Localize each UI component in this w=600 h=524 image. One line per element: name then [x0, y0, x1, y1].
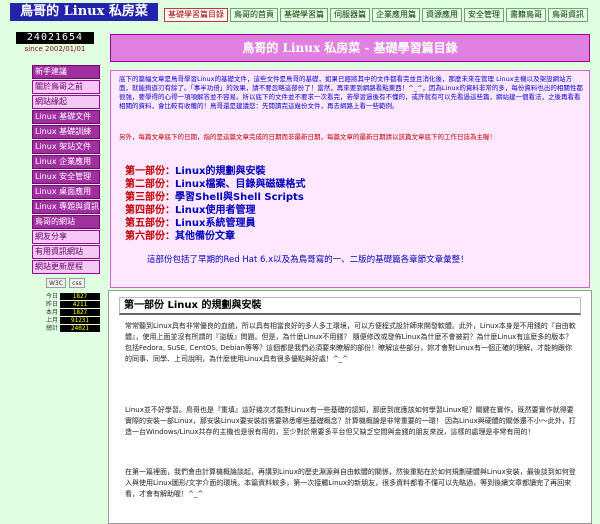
- stat-label: 上月: [46, 317, 59, 324]
- sidebar-item[interactable]: 關於鳥哥之前: [32, 80, 100, 94]
- sidebar-item[interactable]: 網站更新歷程: [32, 260, 100, 274]
- nav-item[interactable]: 資源應用: [422, 8, 462, 22]
- visit-counter: 24021654: [16, 32, 94, 44]
- stat-label: 本月: [46, 309, 59, 316]
- toc-part-label: 第四部份：: [125, 205, 175, 216]
- section-paragraph-1: 常常聽到Linux具有非常優良的血統，所以具有相當良好的多人多工環境，可以方便程…: [125, 322, 576, 363]
- top-navigation: 基礎學習篇目錄 鳥哥的首頁 基礎學習篇 伺服器篇 企業應用篇 資源應用 安全管理 書籍鳥哥 鳥哥…: [164, 8, 588, 22]
- validation-badges: W3C css: [46, 278, 100, 289]
- table-of-contents: 第一部份：Linux的規劃與安裝 第二部份：Linux檔案、目錄與磁碟格式 第三部份…: [125, 165, 565, 243]
- sidebar-item[interactable]: 網友分享: [32, 230, 100, 244]
- nav-item[interactable]: 企業應用篇: [372, 8, 420, 22]
- sidebar-item[interactable]: Linux 架站文件: [32, 140, 100, 154]
- sidebar-item[interactable]: 有用資訊網站: [32, 245, 100, 259]
- sidebar-item[interactable]: 鳥哥的網站: [32, 215, 100, 229]
- toc-link[interactable]: 第一部份：Linux的規劃與安裝: [125, 165, 565, 178]
- sidebar-item[interactable]: Linux 安全管理: [32, 170, 100, 184]
- sidebar-item[interactable]: Linux 企業應用: [32, 155, 100, 169]
- toc-part-label: 第二部份：: [125, 179, 175, 190]
- top-bar: 鳥哥的 Linux 私房菜 基礎學習篇目錄 鳥哥的首頁 基礎學習篇 伺服器篇 企業應用篇…: [0, 0, 600, 24]
- nav-item[interactable]: 伺服器篇: [330, 8, 370, 22]
- w3c-badge[interactable]: W3C: [46, 278, 66, 288]
- css-badge[interactable]: css: [69, 278, 85, 288]
- toc-link[interactable]: 第四部份：Linux使用者管理: [125, 204, 565, 217]
- stat-value: 24021: [60, 325, 100, 332]
- toc-part-title: Linux檔案、目錄與磁碟格式: [175, 179, 306, 190]
- sidebar-menu: 新手建議 關於鳥哥之前 網站緣起 Linux 基礎文件 Linux 基礎訓練 Linux …: [32, 65, 100, 275]
- sidebar-item[interactable]: Linux 桌面應用: [32, 185, 100, 199]
- intro-paragraph: 底下的篇幅文章是鳥哥學習Linux的基礎文件，這些文件是鳥哥的基礎，如果已經將其…: [119, 75, 583, 110]
- stat-value: 91231: [60, 317, 100, 324]
- stat-row: 本月 1827: [46, 309, 100, 316]
- toc-link[interactable]: 第三部份：學習Shell與Shell Scripts: [125, 191, 565, 204]
- stat-row: 昨日 4211: [46, 301, 100, 308]
- stat-label: 總計: [46, 325, 59, 332]
- toc-part-label: 第三部份：: [125, 192, 175, 203]
- intro-date-note: 另外，每篇文章底下的日期，指的是這篇文章完成的日期而非最新日期，每篇文章的最新日…: [119, 133, 496, 141]
- stat-value: 4211: [60, 301, 100, 308]
- nav-item[interactable]: 基礎學習篇: [280, 8, 328, 22]
- toc-part-title: Linux使用者管理: [175, 205, 256, 216]
- toc-part-label: 第一部份：: [125, 166, 175, 177]
- stat-value: 1827: [60, 293, 100, 300]
- nav-item[interactable]: 基礎學習篇目錄: [164, 8, 228, 22]
- toc-link[interactable]: 第二部份：Linux檔案、目錄與磁碟格式: [125, 178, 565, 191]
- toc-part-label: 第六部份：: [125, 231, 175, 242]
- toc-part-title: 學習Shell與Shell Scripts: [175, 192, 304, 203]
- stat-row: 總計 24021: [46, 325, 100, 332]
- toc-link[interactable]: 第五部份：Linux系統管理員: [125, 217, 565, 230]
- sidebar-item[interactable]: Linux 基礎文件: [32, 110, 100, 124]
- stat-row: 上月 91231: [46, 317, 100, 324]
- toc-extra-note: 這部份包括了早期的Red Hat 6.x以及為鳥哥寫的一、二版的基礎篇各章節文章…: [147, 255, 469, 265]
- site-logo-title[interactable]: 鳥哥的 Linux 私房菜: [10, 3, 158, 21]
- section-panel: 第一部份 Linux 的規劃與安裝 常常聽到Linux具有非常優良的血統，所以具…: [108, 290, 592, 524]
- nav-item[interactable]: 鳥哥的首頁: [230, 8, 278, 22]
- sidebar-item[interactable]: 新手建議: [32, 65, 100, 79]
- toc-part-label: 第五部份：: [125, 218, 175, 229]
- section-paragraph-3: 在第一篇裡面，我們會由計算機概論談起，再講到Linux的歷史淵源與自由軟體的關係…: [125, 468, 576, 498]
- section-paragraph-2: Linux並不好學習。鳥哥也是『重填』這好幾次才能對Linux有一些基礎的認知，…: [125, 406, 576, 436]
- stat-value: 1827: [60, 309, 100, 316]
- nav-item[interactable]: 書籍鳥哥: [506, 8, 546, 22]
- nav-item[interactable]: 安全管理: [464, 8, 504, 22]
- visitor-stats: 今日 1827 昨日 4211 本月 1827 上月 91231 總計 24021: [46, 293, 100, 333]
- stat-row: 今日 1827: [46, 293, 100, 300]
- stat-label: 今日: [46, 293, 59, 300]
- toc-link[interactable]: 第六部份：其他備份文章: [125, 230, 565, 243]
- sidebar-item[interactable]: 網站緣起: [32, 95, 100, 109]
- stat-label: 昨日: [46, 301, 59, 308]
- toc-part-title: Linux系統管理員: [175, 218, 256, 229]
- toc-part-title: 其他備份文章: [175, 231, 235, 242]
- sidebar-item[interactable]: Linux 專題與資訊: [32, 200, 100, 214]
- page-title-banner: 鳥哥的 Linux 私房菜 - 基礎學習篇目錄: [110, 34, 590, 62]
- section-title: 第一部份 Linux 的規劃與安裝: [119, 297, 581, 315]
- counter-since-label: since 2002/01/01: [24, 45, 86, 53]
- intro-panel: 底下的篇幅文章是鳥哥學習Linux的基礎文件，這些文件是鳥哥的基礎，如果已經將其…: [110, 70, 590, 288]
- sidebar-item[interactable]: Linux 基礎訓練: [32, 125, 100, 139]
- toc-part-title: Linux的規劃與安裝: [175, 166, 266, 177]
- nav-item[interactable]: 鳥哥資訊: [548, 8, 588, 22]
